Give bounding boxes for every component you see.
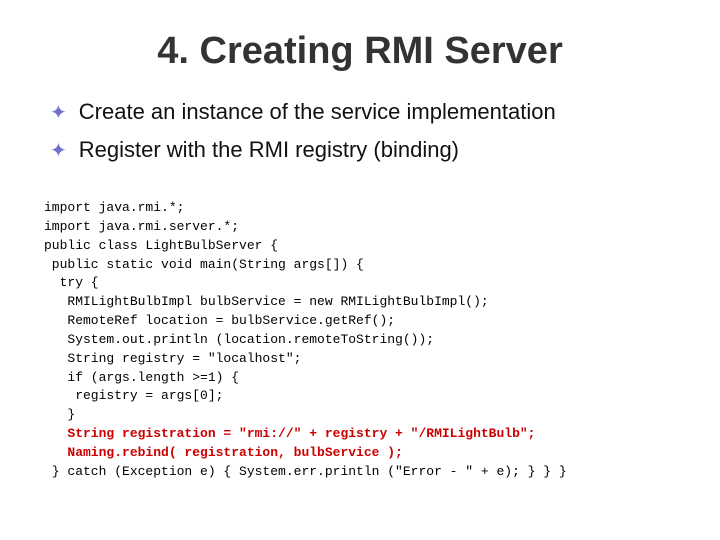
bullet-text-2: Register with the RMI registry (binding) xyxy=(79,135,459,165)
bullet-icon-2: ✦ xyxy=(50,138,67,165)
code-block: import java.rmi.*; import java.rmi.serve… xyxy=(40,195,680,510)
slide-title: 4. Creating RMI Server xyxy=(40,30,680,73)
bullet-item-1: ✦ Create an instance of the service impl… xyxy=(50,97,680,127)
code-line-1: import java.rmi.*; import java.rmi.serve… xyxy=(44,200,489,422)
slide: 4. Creating RMI Server ✦ Create an insta… xyxy=(0,0,720,540)
code-line-2: } catch (Exception e) { System.err.print… xyxy=(44,464,567,479)
code-line-highlight-1: String registration = "rmi://" + registr… xyxy=(44,426,535,460)
bullet-icon-1: ✦ xyxy=(50,100,67,127)
bullet-text-1: Create an instance of the service implem… xyxy=(79,97,556,127)
bullet-item-2: ✦ Register with the RMI registry (bindin… xyxy=(50,135,680,165)
bullet-list: ✦ Create an instance of the service impl… xyxy=(50,97,680,173)
